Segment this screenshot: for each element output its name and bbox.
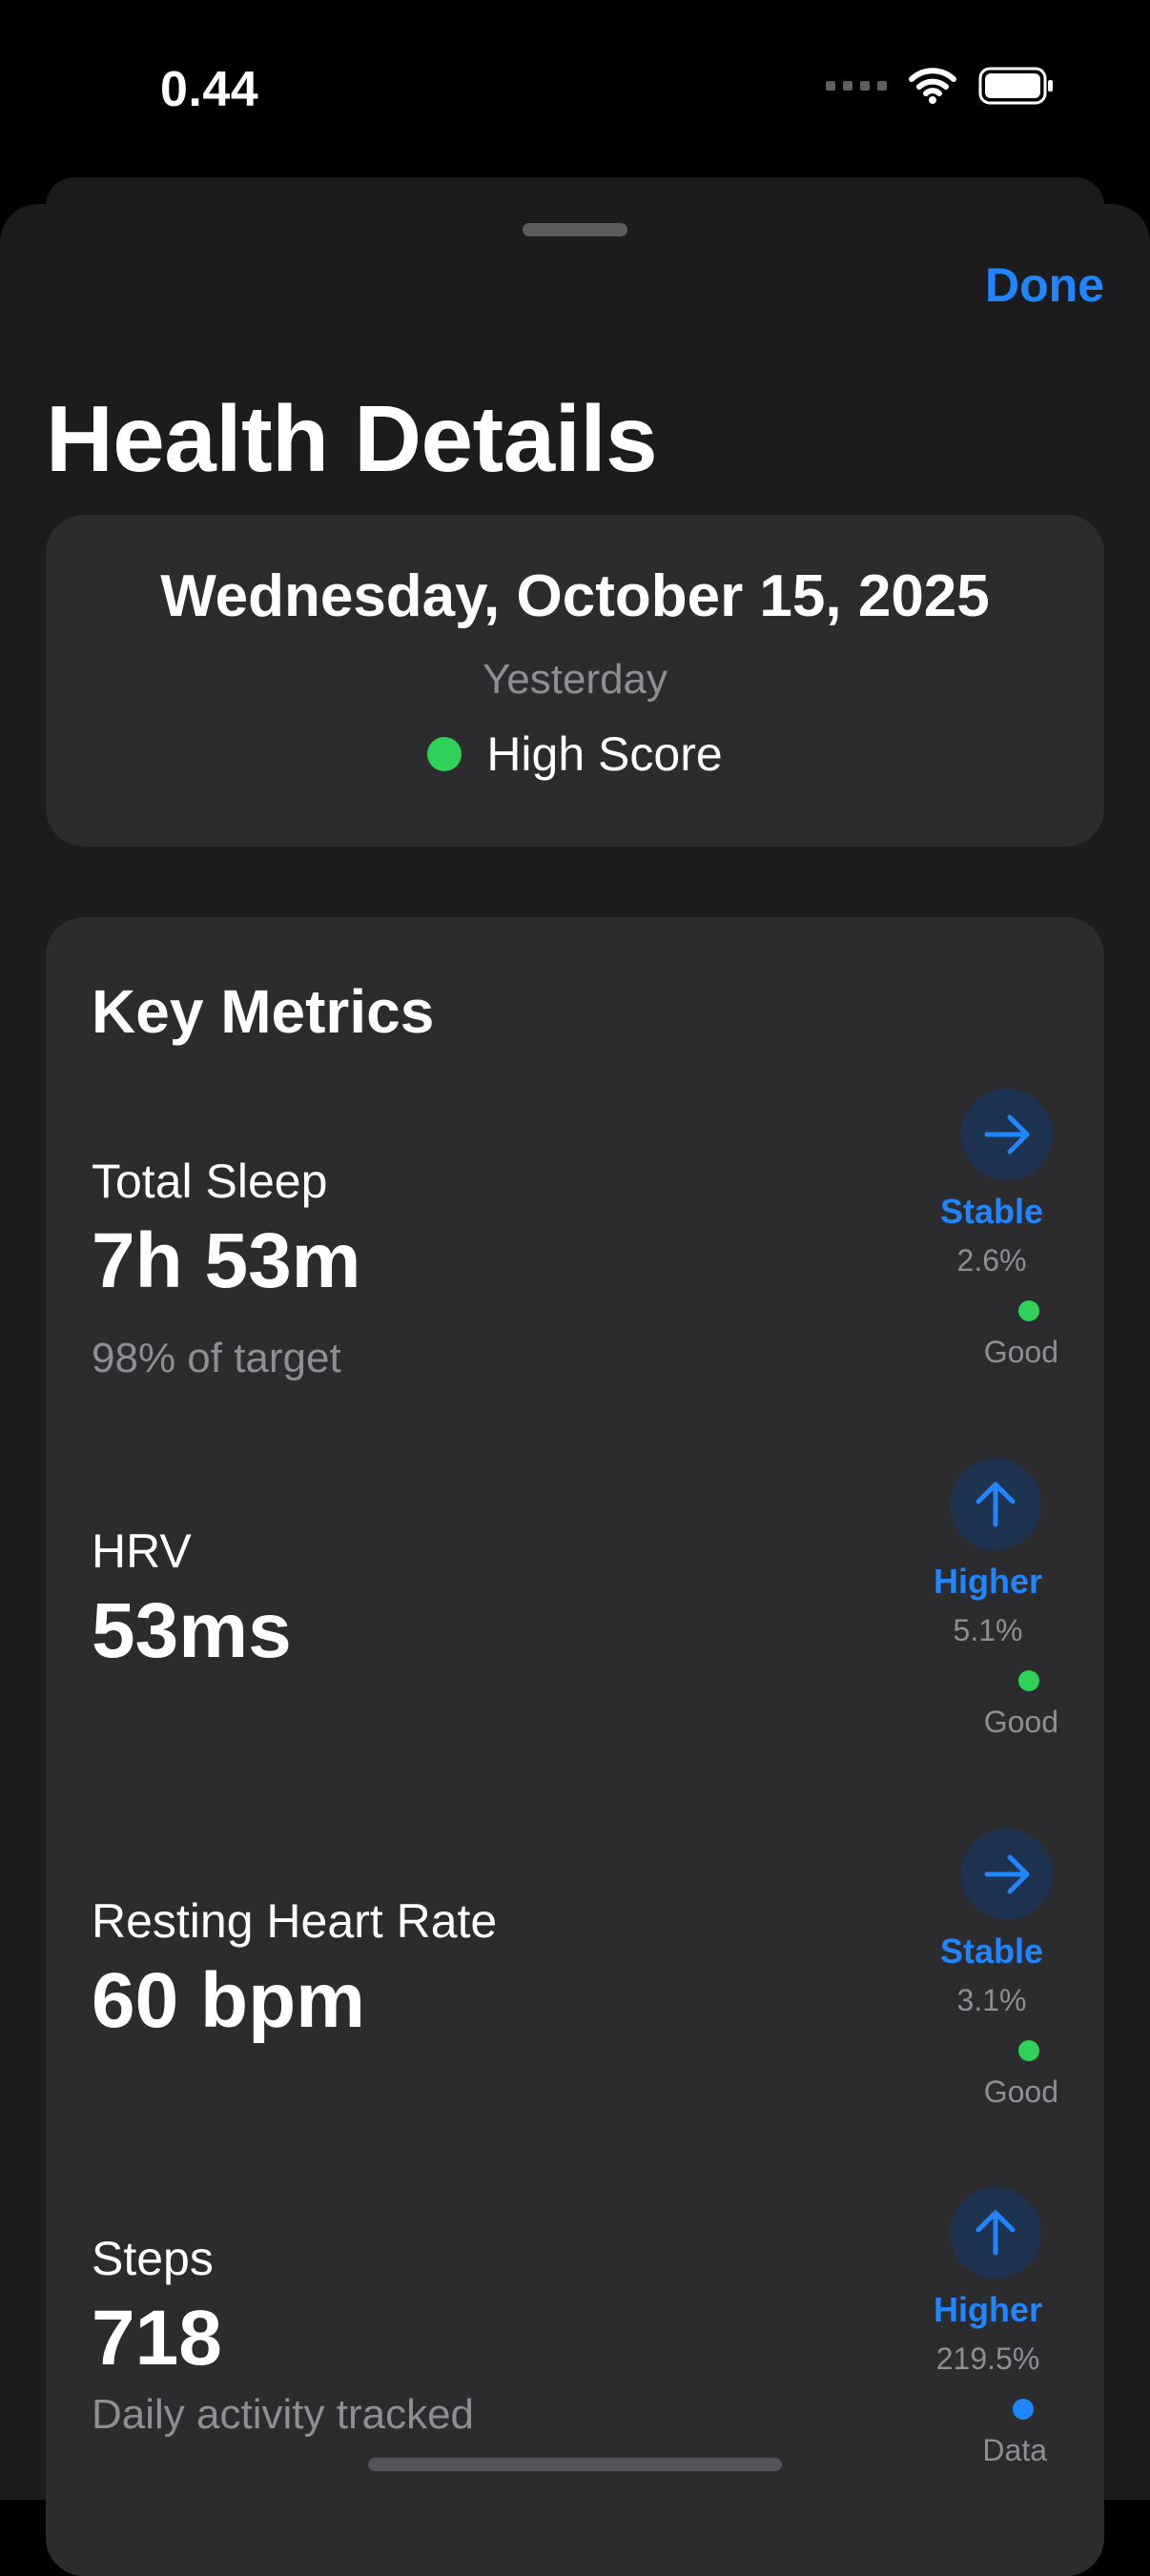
trend-indicator: Higher 219.5% Data <box>921 2187 1055 2492</box>
arrow-up-icon <box>950 2187 1041 2279</box>
date-card: Wednesday, October 15, 2025 Yesterday Hi… <box>46 515 1104 847</box>
arrow-up-icon <box>950 1459 1041 1550</box>
metric-label: Steps <box>92 2232 214 2285</box>
date-relative: Yesterday <box>482 656 668 703</box>
metric-value: 7h 53m <box>92 1217 361 1304</box>
page-title: Health Details <box>46 386 658 491</box>
sheet-grabber[interactable] <box>523 223 627 236</box>
arrow-right-icon <box>961 1829 1053 1920</box>
metric-label: Total Sleep <box>92 1155 328 1208</box>
health-details-sheet: Done Health Details Wednesday, October 1… <box>0 204 1150 2576</box>
trend-percent: 5.1% <box>953 1613 1023 1647</box>
quality-label: Good <box>983 2075 1058 2109</box>
key-metrics-card: Key Metrics Total Sleep 7h 53m 98% of ta… <box>46 917 1104 2576</box>
cellular-signal-icon <box>826 81 887 91</box>
quality-label: Data <box>982 2433 1047 2467</box>
metric-value: 718 <box>92 2295 222 2382</box>
metric-sub: 98% of target <box>92 1335 341 1381</box>
metric-hrv[interactable]: HRV 53ms Higher 5.1% Good <box>46 1459 1104 1825</box>
score-label: High Score <box>486 727 723 781</box>
trend-label: Higher <box>933 2290 1042 2329</box>
trend-indicator: Stable 3.1% Good <box>925 1829 1058 2134</box>
status-time: 0.44 <box>160 62 259 117</box>
arrow-right-icon <box>961 1089 1053 1180</box>
metric-resting-heart-rate[interactable]: Resting Heart Rate 60 bpm Stable 3.1% Go… <box>46 1829 1104 2195</box>
trend-indicator: Stable 2.6% Good <box>925 1089 1058 1394</box>
quality-label: Good <box>983 1705 1058 1739</box>
status-bar: 0.44 <box>0 0 1150 181</box>
metrics-title: Key Metrics <box>92 977 435 1046</box>
metric-label: HRV <box>92 1524 192 1578</box>
metric-total-sleep[interactable]: Total Sleep 7h 53m 98% of target Stable … <box>46 1089 1104 1455</box>
battery-icon <box>978 67 1053 105</box>
quality-dot-icon <box>1018 1670 1039 1691</box>
status-dot-icon <box>427 737 462 771</box>
metric-value: 53ms <box>92 1587 292 1674</box>
trend-label: Stable <box>939 1192 1044 1231</box>
quality-label: Good <box>983 1335 1058 1369</box>
trend-percent: 219.5% <box>935 2341 1040 2376</box>
score-status: High Score <box>46 726 1104 782</box>
trend-label: Higher <box>933 1562 1042 1601</box>
metric-steps[interactable]: Steps 718 Daily activity tracked Higher … <box>46 2187 1104 2532</box>
quality-dot-icon <box>1018 1300 1039 1321</box>
home-indicator[interactable] <box>368 2458 782 2471</box>
status-icons <box>826 67 1055 105</box>
trend-label: Stable <box>939 1932 1044 1971</box>
trend-percent: 2.6% <box>956 1243 1027 1278</box>
metric-sub: Daily activity tracked <box>92 2391 475 2438</box>
trend-percent: 3.1% <box>956 1983 1027 2017</box>
done-button[interactable]: Done <box>985 257 1104 313</box>
metric-value: 60 bpm <box>92 1957 366 2044</box>
wifi-icon <box>909 68 956 104</box>
date-text: Wednesday, October 15, 2025 <box>160 563 990 629</box>
trend-indicator: Higher 5.1% Good <box>921 1459 1058 1764</box>
quality-dot-icon <box>1018 2040 1039 2061</box>
quality-dot-icon <box>1013 2399 1034 2420</box>
metric-label: Resting Heart Rate <box>92 1894 498 1948</box>
